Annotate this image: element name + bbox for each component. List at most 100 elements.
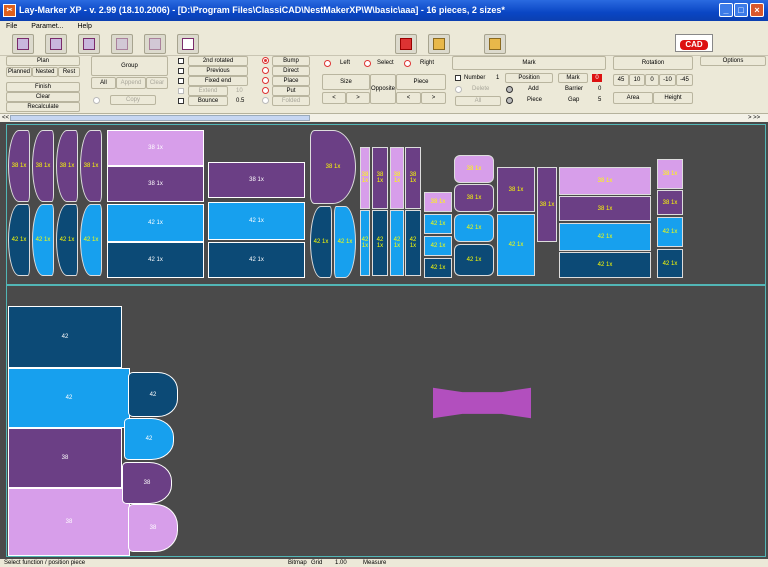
previous-checkbox[interactable] [178,68,184,74]
plan-header[interactable]: Plan [6,56,80,66]
rotated-button[interactable]: 2nd rotated [188,56,248,66]
piece-sleeve[interactable]: 38 1x [310,130,356,204]
nested-button[interactable]: Nested [32,67,58,77]
rotate-10-button[interactable]: 10 [629,74,645,86]
extend-checkbox[interactable] [178,88,184,94]
direct-button[interactable]: Direct [272,66,310,76]
placed-piece[interactable]: 38 [8,488,130,556]
toolbar-button-4[interactable] [111,34,133,54]
mark-all-button[interactable]: All [455,96,501,106]
group-copy-button[interactable]: Copy [110,95,156,105]
size-next-button[interactable]: > [346,92,370,104]
left-radio[interactable] [324,60,331,67]
piece-small[interactable]: 38 1x [657,190,683,215]
piece-panel[interactable]: 42 1x [208,242,305,278]
piece-prev-button[interactable]: < [396,92,421,104]
placed-piece[interactable]: 42 [8,368,130,428]
app-icon[interactable]: ✂ [3,4,16,17]
piece-panel[interactable]: 42 1x [107,204,204,242]
number-label[interactable]: Number [464,74,485,82]
gap-value[interactable]: 5 [598,96,601,104]
previous-button[interactable]: Previous [188,66,248,76]
direct-radio[interactable] [262,67,269,74]
save-button[interactable] [395,34,417,54]
toolbar-button-2[interactable] [45,34,67,54]
piece-sleeve[interactable]: 38 1x [80,130,102,202]
piece-panel[interactable]: 42 1x [559,223,651,251]
piece-radio[interactable] [506,97,513,104]
rotate-minus45-button[interactable]: -45 [676,74,693,86]
piece-strip[interactable]: 38 1x [537,167,557,242]
recalculate-button[interactable]: Recalculate [6,102,80,112]
piece-sleeve[interactable]: 38 1x [8,130,30,202]
piece-small[interactable]: 42 1x [657,249,683,278]
mark-header[interactable]: Mark [452,56,606,70]
placed-piece[interactable]: 38 [128,504,178,552]
extend-value[interactable]: 10 [236,87,243,95]
mark-value[interactable]: 0 [592,74,602,82]
piece-small[interactable]: 38 1x [657,159,683,189]
piece-panel[interactable]: 38 1x [107,166,204,202]
add-label[interactable]: Add [528,85,539,93]
select-label[interactable]: Select [377,59,394,67]
piece-pocket[interactable]: 38 1x [454,155,494,183]
piece-sleeve[interactable]: 42 1x [56,204,78,276]
rotate-minus10-button[interactable]: -10 [659,74,676,86]
piece-panel[interactable]: 38 1x [559,196,651,221]
piece-side[interactable]: 38 1x [497,167,535,212]
barrier-value[interactable]: 0 [598,85,601,93]
piece-sleeve[interactable]: 42 1x [310,206,332,278]
piece-panel[interactable]: 42 1x [107,242,204,278]
folded-button[interactable]: Folded [272,96,310,106]
placed-piece[interactable]: 42 [8,306,122,368]
area-button[interactable]: Area [613,92,653,104]
group-clear-button[interactable]: Clear [146,77,168,89]
piece-sleeve[interactable]: 38 1x [56,130,78,202]
bitmap-indicator[interactable]: Bitmap [288,559,307,567]
size-button[interactable]: Size [322,74,370,90]
measure-indicator[interactable]: Measure [363,559,386,567]
scroll-thumb[interactable] [10,115,310,121]
rotated-checkbox[interactable] [178,58,184,64]
rotate-45-button[interactable]: 45 [613,74,629,86]
piece-small[interactable]: 42 1x [424,236,452,256]
bump-button[interactable]: Bump [272,56,310,66]
toolbar-button-5[interactable] [144,34,166,54]
piece-pocket[interactable]: 38 1x [454,184,494,212]
bounce-value[interactable]: 0.5 [236,97,244,105]
piece-panel[interactable]: 38 1x [559,167,651,195]
piece-sleeve[interactable]: 42 1x [80,204,102,276]
menu-help[interactable]: Help [77,23,91,30]
piece-sleeve[interactable]: 42 1x [334,206,356,278]
barrier-label[interactable]: Barrier [565,85,583,93]
piece-small[interactable]: 42 1x [657,217,683,247]
placed-piece[interactable]: 42 [124,418,174,460]
opposite-button[interactable]: Opposite [370,74,396,104]
number-checkbox[interactable] [455,75,461,81]
rest-button[interactable]: Rest [58,67,80,77]
piece-strip[interactable]: 42 1x [360,210,370,276]
scroll-right-button[interactable]: > >> [748,114,760,122]
piece-sleeve[interactable]: 42 1x [8,204,30,276]
fixed-end-checkbox[interactable] [178,78,184,84]
left-label[interactable]: Left [340,59,350,67]
bounce-checkbox[interactable] [178,98,184,104]
piece-strip[interactable]: 42 1x [390,210,404,276]
piece-small[interactable]: 38 1x [424,192,452,212]
bounce-button[interactable]: Bounce [188,96,228,106]
piece-sleeve[interactable]: 38 1x [32,130,54,202]
toolbar-button-3[interactable] [78,34,100,54]
piece-strip[interactable]: 38 1x [360,147,370,209]
horizontal-scrollbar[interactable]: << < > >> [0,113,768,122]
piece-pocket[interactable]: 42 1x [454,214,494,242]
extend-button[interactable]: Extend [188,86,228,96]
bump-radio[interactable] [262,57,269,64]
piece-next-button[interactable]: > [421,92,446,104]
piece-small[interactable]: 42 1x [424,258,452,278]
piece-label[interactable]: Piece [527,96,542,104]
rotation-header[interactable]: Rotation [613,56,693,70]
open-button[interactable] [428,34,450,54]
place-radio[interactable] [262,77,269,84]
add-radio[interactable] [506,86,513,93]
piece-small[interactable]: 42 1x [424,214,452,234]
